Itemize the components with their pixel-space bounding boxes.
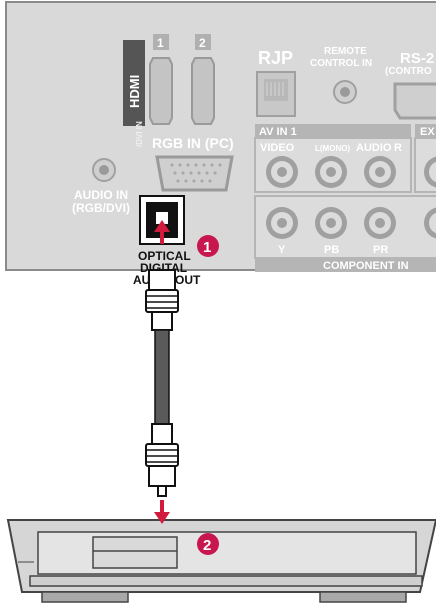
hdmi-port-1-number: 1 bbox=[157, 36, 164, 50]
pb-label: PB bbox=[324, 244, 339, 256]
hdmi-port-2[interactable]: 2 bbox=[191, 34, 215, 125]
step-1-number: 1 bbox=[203, 239, 211, 256]
pr-label: PR bbox=[373, 244, 388, 256]
l-mono-label: L(MONO) bbox=[315, 144, 350, 153]
hdmi-dvi-suffix: /DVI IN bbox=[135, 121, 144, 147]
component-pb-jack[interactable] bbox=[315, 207, 347, 239]
ext-label: EX bbox=[420, 126, 435, 138]
audio-in-label-line1: AUDIO IN bbox=[74, 188, 128, 202]
hdmi-port-2-number: 2 bbox=[199, 36, 206, 50]
optical-audio-connection-diagram: HDMI /DVI IN 1 2 RGB IN (PC) RJP REMOTE … bbox=[5, 1, 436, 603]
component-in-label: COMPONENT IN bbox=[323, 260, 409, 272]
rjp-port[interactable] bbox=[256, 71, 296, 117]
av-in-1-label: AV IN 1 bbox=[259, 126, 297, 138]
r-label: R bbox=[394, 142, 402, 154]
audio-r-rca-jack[interactable] bbox=[364, 156, 396, 188]
hdmi-port-1[interactable]: 1 bbox=[149, 34, 173, 125]
component-pr-jack[interactable] bbox=[364, 207, 396, 239]
rs232-port[interactable] bbox=[393, 82, 436, 120]
remote-label-line1: REMOTE bbox=[324, 46, 367, 57]
component-y-jack[interactable] bbox=[266, 207, 298, 239]
optical-cable bbox=[145, 269, 179, 497]
video-label: VIDEO bbox=[260, 142, 295, 154]
video-rca-jack[interactable] bbox=[266, 156, 298, 188]
rs232-label-line2: (CONTRO bbox=[385, 66, 432, 77]
audio-device bbox=[6, 519, 436, 603]
step-1-badge: 1 bbox=[197, 235, 219, 257]
y-label: Y bbox=[278, 244, 286, 256]
rjp-label: RJP bbox=[258, 48, 293, 68]
step-2-badge: 2 bbox=[197, 533, 219, 555]
remote-control-port[interactable] bbox=[333, 80, 357, 104]
audio-in-rgb-dvi-jack[interactable] bbox=[92, 158, 116, 182]
hdmi-logo-text: HDMI bbox=[127, 75, 142, 108]
rgb-in-port[interactable] bbox=[155, 155, 234, 192]
rs232-label-line1: RS-2 bbox=[400, 50, 434, 67]
remote-label-line2: CONTROL IN bbox=[310, 58, 372, 69]
audio-label: AUDIO bbox=[356, 142, 392, 154]
ext-section: EX bbox=[414, 124, 436, 193]
audio-in-label-line2: (RGB/DVI) bbox=[72, 201, 130, 215]
audio-l-rca-jack[interactable] bbox=[315, 156, 347, 188]
rgb-in-label: RGB IN (PC) bbox=[152, 135, 234, 151]
step-2-number: 2 bbox=[203, 537, 211, 554]
